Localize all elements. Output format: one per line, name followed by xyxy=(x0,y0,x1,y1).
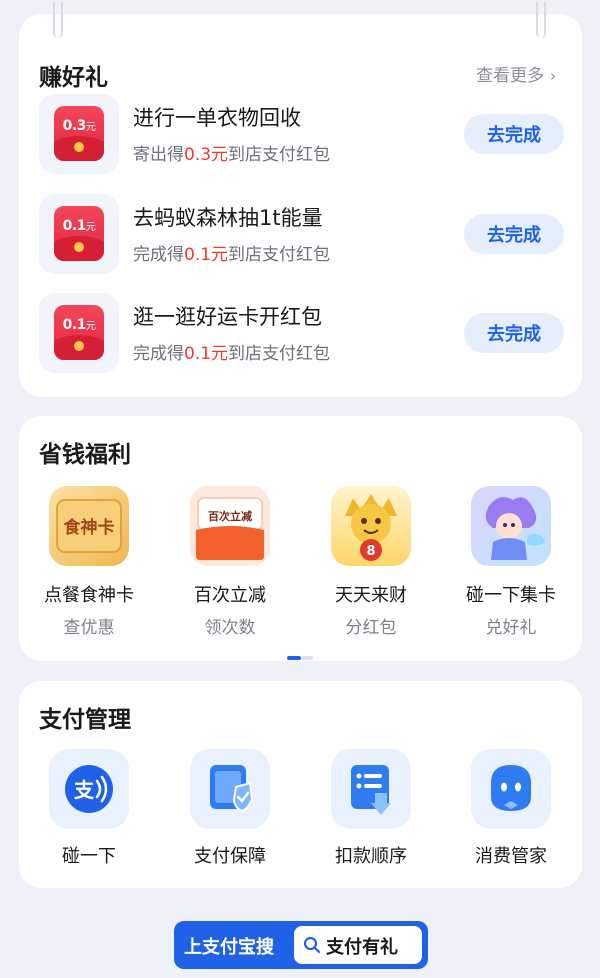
benefit-name: 碰一下集卡 xyxy=(466,585,556,606)
savings-title: 省钱福利 xyxy=(39,442,131,468)
benefit-name: 天天来财 xyxy=(335,585,407,606)
benefit-sub: 领次数 xyxy=(204,618,256,638)
card-hanger-left xyxy=(53,2,63,38)
card-hanger-right xyxy=(536,2,546,38)
collect-card-character-icon xyxy=(471,486,551,566)
hundred-discount-badge: 百次立减 xyxy=(208,509,252,523)
mgmt-payment-protection[interactable]: 支付保障 xyxy=(170,749,290,868)
benefit-sub: 兑好礼 xyxy=(485,618,537,638)
task-item: 0.1元 逛一逛好运卡开红包 完成得0.1元到店支付红包 去完成 xyxy=(39,293,564,373)
complete-task-button[interactable]: 去完成 xyxy=(464,214,564,254)
benefit-foodie-card[interactable]: 食神卡 点餐食神卡 查优惠 xyxy=(29,486,149,638)
foodie-card-badge: 食神卡 xyxy=(64,517,115,538)
view-more-link[interactable]: 查看更多 › xyxy=(476,61,556,86)
task-sub-suffix: 到店支付红包 xyxy=(228,245,331,265)
task-icon-box: 0.3元 xyxy=(39,94,119,174)
search-lead-text: 上支付宝搜 xyxy=(184,937,274,958)
task-reward-amount: 0.1元 xyxy=(184,245,229,265)
deduction-order-icon xyxy=(331,749,411,829)
tap-pay-icon: 支 xyxy=(49,749,129,829)
mgmt-label: 支付保障 xyxy=(194,846,266,867)
earn-gifts-title: 赚好礼 xyxy=(39,65,108,91)
search-query-text: 支付有礼 xyxy=(326,937,398,958)
red-envelope-icon: 0.1元 xyxy=(54,305,104,360)
task-title: 逛一逛好运卡开红包 xyxy=(133,305,322,329)
mgmt-label: 碰一下 xyxy=(62,846,116,867)
envelope-amount: 0.1 xyxy=(62,317,87,333)
mgmt-spending-butler[interactable]: 消费管家 xyxy=(451,749,571,868)
butler-icon xyxy=(471,749,551,829)
task-sub-prefix: 完成得 xyxy=(133,245,184,265)
fortune-coin-number: 8 xyxy=(366,544,375,559)
envelope-unit: 元 xyxy=(85,222,96,233)
search-query-box[interactable]: 支付有礼 xyxy=(294,926,422,964)
benefit-name: 百次立减 xyxy=(194,585,266,606)
mgmt-tap-pay[interactable]: 支 碰一下 xyxy=(29,749,149,868)
task-reward-amount: 0.1元 xyxy=(184,344,229,364)
mgmt-label: 消费管家 xyxy=(475,846,547,867)
tap-pay-glyph: 支 xyxy=(74,778,95,802)
benefit-tap-collect[interactable]: 碰一下集卡 兑好礼 xyxy=(451,486,571,638)
task-icon-box: 0.1元 xyxy=(39,194,119,274)
task-subtitle: 寄出得0.3元到店支付红包 xyxy=(133,140,330,165)
view-more-label: 查看更多 xyxy=(476,66,544,86)
payment-management-card: 支付管理 支 碰一下 支付保障 扣款顺序 消费管家 xyxy=(19,681,582,888)
earn-gifts-card: 赚好礼 查看更多 › 0.3元 进行一单衣物回收 寄出得0.3元到店支付红包 去完… xyxy=(19,2,582,397)
task-subtitle: 完成得0.1元到店支付红包 xyxy=(133,339,330,364)
foodie-card-icon: 食神卡 xyxy=(49,486,129,566)
task-reward-amount: 0.3元 xyxy=(184,145,229,165)
hundred-discount-icon: 百次立减 xyxy=(190,486,270,566)
envelope-unit: 元 xyxy=(85,321,96,332)
benefit-daily-fortune[interactable]: 8 天天来财 分红包 xyxy=(311,486,431,638)
mgmt-label: 扣款顺序 xyxy=(335,846,407,867)
task-subtitle: 完成得0.1元到店支付红包 xyxy=(133,240,330,265)
complete-task-button[interactable]: 去完成 xyxy=(464,313,564,353)
pager-dot-active xyxy=(287,656,301,660)
task-title: 进行一单衣物回收 xyxy=(133,106,301,130)
red-envelope-icon: 0.3元 xyxy=(54,106,104,161)
chevron-right-icon: › xyxy=(550,67,556,85)
pager-dot xyxy=(301,656,313,660)
savings-benefits-card: 省钱福利 食神卡 点餐食神卡 查优惠 百次立减 百次立减 领次数 8 天天来财 … xyxy=(19,416,582,661)
alipay-search-tag[interactable]: 上支付宝搜 支付有礼 xyxy=(174,921,428,969)
benefit-name: 点餐食神卡 xyxy=(44,585,134,606)
task-sub-prefix: 完成得 xyxy=(133,344,184,364)
envelope-amount: 0.3 xyxy=(62,118,87,134)
envelope-unit: 元 xyxy=(85,122,96,133)
mgmt-deduction-order[interactable]: 扣款顺序 xyxy=(311,749,431,868)
carousel-pager xyxy=(287,645,313,664)
task-sub-prefix: 寄出得 xyxy=(133,145,184,165)
benefit-sub: 分红包 xyxy=(345,618,397,638)
complete-task-button[interactable]: 去完成 xyxy=(464,114,564,154)
fortune-mascot-icon: 8 xyxy=(331,486,411,566)
benefit-hundred-discount[interactable]: 百次立减 百次立减 领次数 xyxy=(170,486,290,638)
task-icon-box: 0.1元 xyxy=(39,293,119,373)
red-envelope-icon: 0.1元 xyxy=(54,206,104,261)
envelope-amount: 0.1 xyxy=(62,218,87,234)
task-item: 0.3元 进行一单衣物回收 寄出得0.3元到店支付红包 去完成 xyxy=(39,94,564,174)
benefit-sub: 查优惠 xyxy=(63,618,115,638)
task-sub-suffix: 到店支付红包 xyxy=(228,145,331,165)
payment-management-title: 支付管理 xyxy=(39,707,131,733)
search-icon xyxy=(303,936,321,954)
shield-check-icon xyxy=(190,749,270,829)
task-item: 0.1元 去蚂蚁森林抽1t能量 完成得0.1元到店支付红包 去完成 xyxy=(39,194,564,274)
task-sub-suffix: 到店支付红包 xyxy=(228,344,331,364)
task-title: 去蚂蚁森林抽1t能量 xyxy=(133,206,323,230)
